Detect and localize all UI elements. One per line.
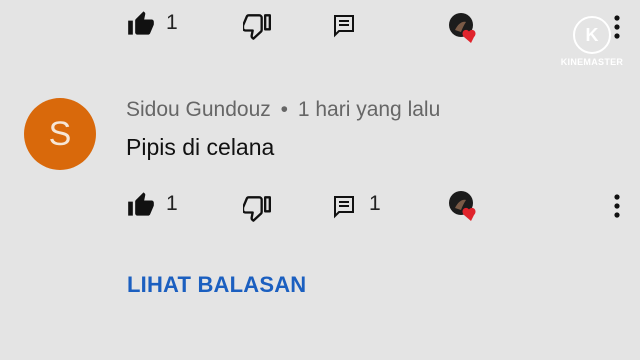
like-count: 1	[166, 11, 178, 34]
dislike-icon[interactable]	[243, 14, 271, 40]
reply-icon[interactable]	[333, 14, 355, 38]
comment-time: 1 hari yang lalu	[297, 98, 441, 121]
kinemaster-logo-icon: K	[573, 16, 611, 54]
creator-heart-icon	[446, 12, 482, 46]
like-icon[interactable]	[127, 191, 155, 217]
comment-header: Sidou Gundouz • 1 hari yang lalu	[126, 98, 440, 122]
avatar-letter: S	[48, 114, 72, 153]
avatar[interactable]: S	[24, 98, 96, 170]
reply-count: 1	[369, 192, 381, 215]
separator-dot: •	[280, 98, 288, 121]
view-replies-button[interactable]: LIHAT BALASAN	[127, 272, 306, 298]
dislike-icon[interactable]	[243, 196, 271, 222]
creator-heart-icon	[446, 190, 482, 224]
reply-icon[interactable]	[333, 195, 355, 219]
like-icon[interactable]	[127, 10, 155, 36]
more-vert-icon[interactable]	[613, 193, 621, 219]
kinemaster-watermark: K KINEMASTER	[556, 16, 628, 67]
comment-text: Pipis di celana	[126, 134, 275, 160]
kinemaster-text: KINEMASTER	[560, 57, 624, 67]
like-count: 1	[166, 192, 178, 215]
author-name[interactable]: Sidou Gundouz	[126, 98, 271, 121]
